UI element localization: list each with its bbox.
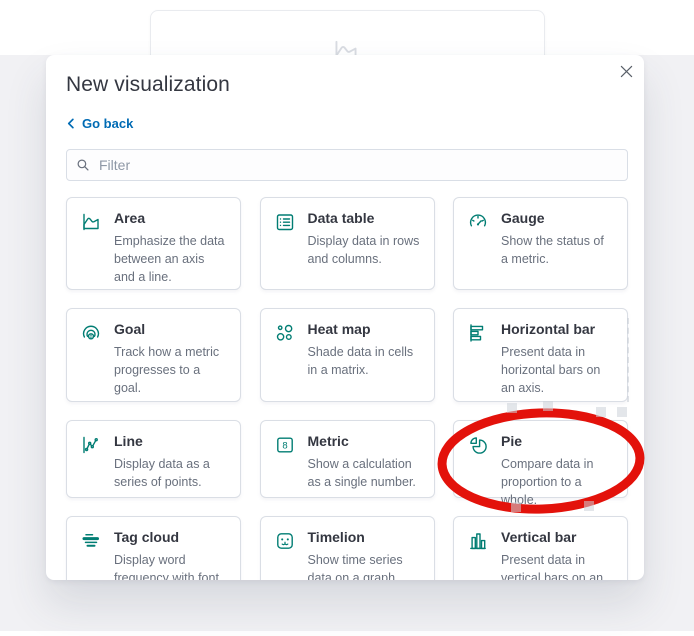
line-chart-icon bbox=[80, 434, 102, 456]
viz-card-description: Show time series data on a graph. bbox=[307, 553, 403, 580]
go-back-label: Go back bbox=[82, 116, 134, 131]
svg-text:8: 8 bbox=[282, 441, 287, 452]
viz-card-title: Vertical bar bbox=[501, 529, 577, 545]
viz-card-goal[interactable]: 8 Goal Track how a metric progresses to … bbox=[66, 308, 241, 402]
viz-card-description: Present data in horizontal bars on an ax… bbox=[501, 345, 601, 395]
close-icon[interactable] bbox=[616, 61, 636, 81]
viz-card-area[interactable]: Area Emphasize the data between an axis … bbox=[66, 197, 241, 290]
new-visualization-modal: New visualization Go back Area Emphasize… bbox=[46, 55, 644, 580]
vertical-bar-icon bbox=[467, 530, 489, 552]
page-title: New visualization bbox=[66, 73, 230, 96]
viz-card-data-table[interactable]: Data table Display data in rows and colu… bbox=[259, 197, 435, 290]
timelion-icon bbox=[274, 530, 296, 552]
svg-text:8: 8 bbox=[90, 334, 93, 340]
heat-map-icon bbox=[274, 322, 296, 344]
go-back-link[interactable]: Go back bbox=[66, 116, 133, 131]
viz-card-description: Show the status of a metric. bbox=[501, 234, 604, 266]
viz-card-description: Compare data in proportion to a whole. bbox=[501, 457, 594, 507]
viz-card-title: Goal bbox=[114, 321, 146, 337]
pie-chart-icon bbox=[467, 434, 489, 456]
viz-card-description: Track how a metric progresses to a goal. bbox=[114, 345, 220, 395]
viz-card-description: Emphasize the data between an axis and a… bbox=[114, 234, 225, 284]
viz-card-gauge[interactable]: Gauge Show the status of a metric. bbox=[453, 197, 628, 290]
viz-card-vertical-bar[interactable]: Vertical bar Present data in vertical ba… bbox=[453, 516, 628, 580]
viz-card-heat-map[interactable]: Heat map Shade data in cells in a matrix… bbox=[259, 308, 435, 402]
filter-search bbox=[66, 149, 628, 181]
viz-card-metric[interactable]: 8 Metric Show a calculation as a single … bbox=[259, 420, 435, 498]
viz-card-horizontal-bar[interactable]: Horizontal bar Present data in horizonta… bbox=[453, 308, 628, 402]
filter-input[interactable] bbox=[66, 149, 628, 181]
viz-card-title: Data table bbox=[307, 210, 375, 226]
viz-card-description: Display data in rows and columns. bbox=[307, 234, 420, 266]
viz-card-title: Area bbox=[114, 210, 146, 226]
viz-card-timelion[interactable]: Timelion Show time series data on a grap… bbox=[259, 516, 435, 580]
viz-card-description: Shade data in cells in a matrix. bbox=[307, 345, 414, 377]
viz-card-pie[interactable]: Pie Compare data in proportion to a whol… bbox=[453, 420, 628, 507]
viz-card-description: Display word frequency with font size. bbox=[114, 553, 219, 580]
viz-card-description: Present data in vertical bars on an axis… bbox=[501, 553, 604, 580]
viz-card-grid: Area Emphasize the data between an axis … bbox=[66, 197, 628, 580]
viz-card-title: Heat map bbox=[307, 321, 371, 337]
viz-card-title: Pie bbox=[501, 433, 523, 449]
gauge-icon bbox=[467, 211, 489, 233]
viz-card-title: Timelion bbox=[307, 529, 365, 545]
viz-card-title: Line bbox=[114, 433, 143, 449]
viz-card-line[interactable]: Line Display data as a series of points. bbox=[66, 420, 241, 498]
viz-card-title: Horizontal bar bbox=[501, 321, 596, 337]
viz-card-title: Metric bbox=[307, 433, 349, 449]
viz-card-title: Gauge bbox=[501, 210, 545, 226]
chevron-left-icon bbox=[66, 118, 77, 129]
goal-icon: 8 bbox=[80, 322, 102, 344]
viz-card-description: Show a calculation as a single number. bbox=[307, 457, 416, 489]
area-chart-icon bbox=[80, 211, 102, 233]
tag-cloud-icon bbox=[80, 530, 102, 552]
viz-card-title: Tag cloud bbox=[114, 529, 180, 545]
viz-card-description: Display data as a series of points. bbox=[114, 457, 210, 489]
horizontal-bar-icon bbox=[467, 322, 489, 344]
data-table-icon bbox=[274, 211, 296, 233]
viz-card-tag-cloud[interactable]: Tag cloud Display word frequency with fo… bbox=[66, 516, 241, 580]
metric-icon: 8 bbox=[274, 434, 296, 456]
